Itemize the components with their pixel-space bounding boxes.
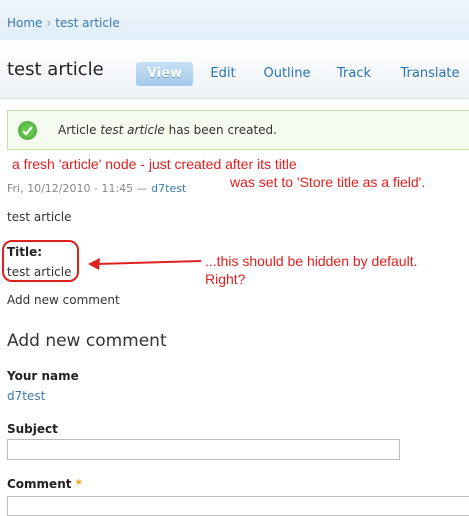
subject-input[interactable]: [7, 439, 400, 460]
comment-label: Comment *: [7, 477, 82, 491]
annotation-note-1: a fresh 'article' node - just created af…: [12, 156, 297, 172]
status-node-title: test article: [100, 123, 165, 137]
breadcrumb-bar: Home › test article: [0, 0, 469, 40]
your-name-label: Your name: [7, 369, 79, 383]
comment-textarea[interactable]: [7, 496, 469, 516]
node-body: test article: [7, 210, 72, 224]
status-message: Article test article has been created.: [7, 110, 469, 150]
tab-track[interactable]: Track: [332, 62, 376, 86]
status-suffix: has been created.: [164, 123, 277, 137]
tab-translate[interactable]: Translate: [395, 62, 465, 86]
comment-form-heading: Add new comment: [7, 331, 167, 351]
page-header: test article View Edit Outline Track Tra…: [0, 40, 469, 99]
annotation-note-2-line-1: ...this should be hidden by default.: [205, 253, 418, 269]
check-icon: [18, 121, 37, 140]
annotation-note-2: ...this should be hidden by default. Rig…: [205, 252, 417, 288]
annotation-note-1-line-2: was set to 'Store title as a field'.: [230, 174, 426, 190]
breadcrumb: Home › test article: [7, 16, 120, 30]
comment-label-text: Comment: [7, 477, 72, 491]
breadcrumb-link-current[interactable]: test article: [55, 16, 120, 30]
subject-label: Subject: [7, 422, 58, 436]
required-marker: *: [75, 477, 82, 491]
add-new-comment-link[interactable]: Add new comment: [7, 293, 120, 307]
your-name-value[interactable]: d7test: [7, 389, 45, 403]
annotation-arrow: [88, 258, 202, 270]
tab-edit[interactable]: Edit: [203, 62, 243, 86]
submitted-date: Fri, 10/12/2010 - 11:45 —: [7, 182, 148, 195]
title-field-label: Title:: [7, 245, 43, 259]
submitted-info: Fri, 10/12/2010 - 11:45 — d7test: [7, 182, 186, 195]
breadcrumb-link-home[interactable]: Home: [7, 16, 42, 30]
page-title: test article: [7, 59, 104, 80]
author-link[interactable]: d7test: [151, 182, 186, 195]
title-field-value: test article: [7, 265, 72, 279]
tab-view[interactable]: View: [136, 62, 193, 86]
breadcrumb-separator: ›: [46, 16, 52, 30]
status-prefix: Article: [58, 123, 101, 137]
tab-outline[interactable]: Outline: [259, 62, 315, 86]
annotation-note-2-line-2: Right?: [205, 271, 246, 287]
status-text: Article test article has been created.: [58, 123, 277, 137]
